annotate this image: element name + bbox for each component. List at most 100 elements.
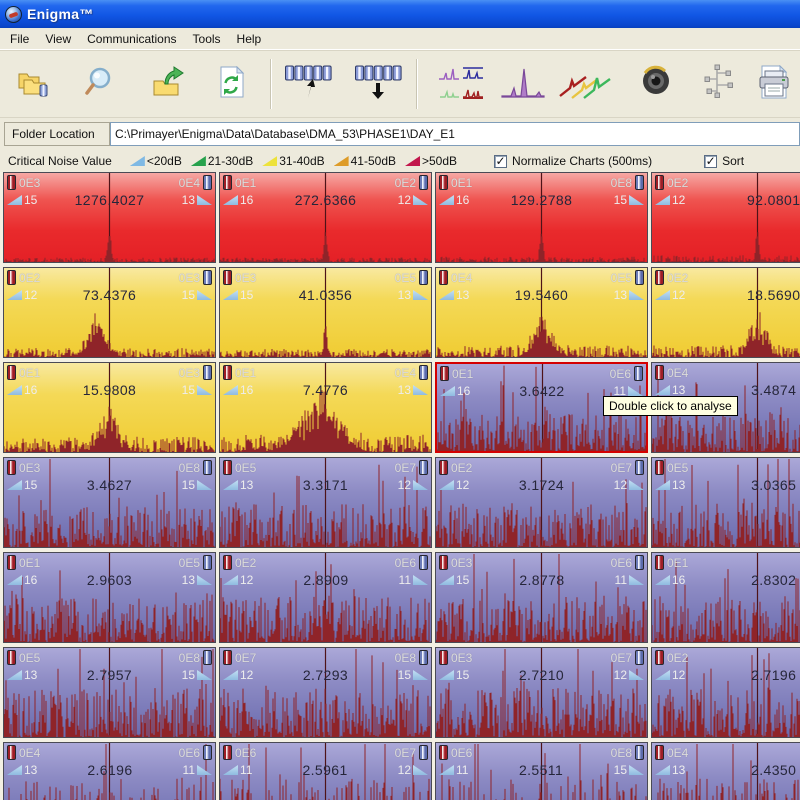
chart-tile-0E3-0E8[interactable]: 0E30E8153.462715 bbox=[3, 457, 216, 548]
logger-noise-level: 13 bbox=[24, 763, 37, 777]
logger-battery-icon bbox=[7, 460, 16, 475]
logger-id: 0E6 bbox=[611, 556, 632, 570]
critical-noise-legend: Critical Noise Value <20dB21-30dB31-40dB… bbox=[0, 150, 800, 172]
chart-tile-0E2-0E3[interactable]: 0E20E31273.437615 bbox=[3, 267, 216, 358]
logger-noise-level: 12 bbox=[672, 668, 685, 682]
logger-id: 0E5 bbox=[667, 461, 688, 475]
chart-tile-0E1-0E8[interactable]: 0E10E816129.278815 bbox=[435, 172, 648, 263]
noise-level-triangle-icon bbox=[7, 290, 22, 300]
logger-id: 0E6 bbox=[610, 367, 631, 381]
correlation-value: 15.9808 bbox=[39, 382, 179, 398]
tile-header: 0E50E8 bbox=[4, 650, 215, 665]
chart-tile-0E1-0E3[interactable]: 0E10E31615.980815 bbox=[3, 362, 216, 453]
noise-level-triangle-icon bbox=[223, 670, 238, 680]
correlation-value: 2.9603 bbox=[39, 572, 179, 588]
logger-noise-level: 13 bbox=[182, 573, 195, 587]
logger-noise-level: 12 bbox=[24, 288, 37, 302]
view-single-chart-button[interactable] bbox=[497, 55, 549, 113]
checkbox-normalize-charts[interactable]: ✓Normalize Charts (500ms) bbox=[494, 154, 652, 168]
menu-item-view[interactable]: View bbox=[37, 29, 79, 49]
correlation-value: 41.0356 bbox=[255, 287, 395, 303]
logger-battery-icon bbox=[223, 175, 232, 190]
menu-item-communications[interactable]: Communications bbox=[79, 29, 184, 49]
logger-noise-level: 12 bbox=[672, 193, 685, 207]
logger-battery-icon bbox=[223, 555, 232, 570]
noise-level-triangle-icon bbox=[439, 575, 454, 585]
logger-battery-icon bbox=[439, 650, 448, 665]
chart-tile-0E6-0E8[interactable]: 0E60E8112.551115 bbox=[435, 742, 648, 800]
noise-level-triangle-icon bbox=[413, 670, 428, 680]
correlation-value: 129.2788 bbox=[471, 192, 611, 208]
chart-tile-0E5-0E7[interactable]: 0E50E7133.317112 bbox=[219, 457, 432, 548]
tile-values: 162.960313 bbox=[4, 572, 215, 588]
chart-tile-0E1-0E2[interactable]: 0E10E216272.636612 bbox=[219, 172, 432, 263]
enigma-window: { "window": { "title": "Enigma™" }, "men… bbox=[0, 0, 800, 800]
logger-noise-level: 16 bbox=[24, 573, 37, 587]
menu-item-help[interactable]: Help bbox=[229, 29, 270, 49]
checkbox-box[interactable]: ✓ bbox=[494, 155, 507, 168]
chart-tile-0E1-cut[interactable]: 0E1162.8302 bbox=[651, 552, 800, 643]
refresh-button[interactable] bbox=[206, 55, 258, 113]
folder-location-bar: Folder Location bbox=[0, 118, 800, 150]
tile-values: 133.317112 bbox=[220, 477, 431, 493]
browse-folders-button[interactable] bbox=[7, 55, 59, 113]
chart-tile-0E2-cut[interactable]: 0E2122.7196 bbox=[651, 647, 800, 738]
print-button[interactable] bbox=[748, 55, 800, 113]
folder-path-input[interactable] bbox=[110, 122, 800, 146]
chart-tile-0E3-0E7[interactable]: 0E30E7152.721012 bbox=[435, 647, 648, 738]
logger-battery-icon bbox=[655, 650, 664, 665]
logger-noise-level: 16 bbox=[456, 193, 469, 207]
download-loggers-button[interactable] bbox=[352, 55, 404, 113]
logger-noise-level: 13 bbox=[240, 478, 253, 492]
logger-battery-icon bbox=[439, 175, 448, 190]
tile-header: 0E30E7 bbox=[436, 650, 647, 665]
chart-tile-0E2-0E6[interactable]: 0E20E6122.890911 bbox=[219, 552, 432, 643]
menu-item-tools[interactable]: Tools bbox=[185, 29, 229, 49]
noise-band-triangle-icon bbox=[191, 156, 206, 166]
chart-tile-0E7-0E8[interactable]: 0E70E8122.729315 bbox=[219, 647, 432, 738]
checkbox-box[interactable]: ✓ bbox=[704, 155, 717, 168]
chart-tile-0E4-cut[interactable]: 0E4132.4350 bbox=[651, 742, 800, 800]
chart-tile-0E4-0E5[interactable]: 0E40E51319.546013 bbox=[435, 267, 648, 358]
cascade-charts-button[interactable] bbox=[559, 55, 611, 113]
chart-tile-0E1-0E4[interactable]: 0E10E4167.477613 bbox=[219, 362, 432, 453]
tile-values: 16272.636612 bbox=[220, 192, 431, 208]
logger-id: 0E7 bbox=[395, 461, 416, 475]
noise-level-triangle-icon bbox=[628, 386, 643, 396]
logger-id: 0E3 bbox=[451, 556, 472, 570]
menu-item-file[interactable]: File bbox=[2, 29, 37, 49]
logger-battery-icon bbox=[7, 175, 16, 190]
search-button[interactable] bbox=[74, 55, 126, 113]
chart-tile-0E3-0E5[interactable]: 0E30E51541.035613 bbox=[219, 267, 432, 358]
logger-battery-icon bbox=[7, 745, 16, 760]
tile-values: 112.551115 bbox=[436, 762, 647, 778]
noise-level-triangle-icon bbox=[655, 575, 670, 585]
chart-tile-0E5-cut[interactable]: 0E5133.0365 bbox=[651, 457, 800, 548]
chart-tile-0E2-cut[interactable]: 0E21292.0801 bbox=[651, 172, 800, 263]
logger-id: 0E5 bbox=[611, 271, 632, 285]
chart-tile-0E2-cut[interactable]: 0E21218.5690 bbox=[651, 267, 800, 358]
tile-header: 0E4 bbox=[652, 745, 800, 760]
logger-id: 0E2 bbox=[19, 271, 40, 285]
upload-loggers-button[interactable] bbox=[282, 55, 334, 113]
chart-tile-0E2-0E7[interactable]: 0E20E7123.172412 bbox=[435, 457, 648, 548]
logger-id: 0E8 bbox=[395, 651, 416, 665]
logger-noise-level: 15 bbox=[614, 763, 627, 777]
logger-id: 0E3 bbox=[451, 651, 472, 665]
chart-tile-0E3-0E6[interactable]: 0E30E6152.877811 bbox=[435, 552, 648, 643]
logger-battery-icon bbox=[634, 366, 643, 381]
view-all-charts-button[interactable] bbox=[435, 55, 487, 113]
network-button[interactable] bbox=[691, 55, 743, 113]
chart-tile-0E5-0E8[interactable]: 0E50E8132.795715 bbox=[3, 647, 216, 738]
logger-id: 0E4 bbox=[451, 271, 472, 285]
tile-values: 162.8302 bbox=[652, 572, 800, 588]
checkbox-sort[interactable]: ✓Sort bbox=[704, 154, 744, 168]
sound-button[interactable] bbox=[629, 55, 681, 113]
app-icon bbox=[5, 6, 22, 23]
chart-tile-0E1-0E5[interactable]: 0E10E5162.960313 bbox=[3, 552, 216, 643]
chart-tile-0E3-0E4[interactable]: 0E30E4151276.402713 bbox=[3, 172, 216, 263]
export-folder-icon bbox=[152, 66, 186, 103]
export-data-button[interactable] bbox=[143, 55, 195, 113]
chart-tile-0E4-0E6[interactable]: 0E40E6132.619611 bbox=[3, 742, 216, 800]
chart-tile-0E6-0E7[interactable]: 0E60E7112.596112 bbox=[219, 742, 432, 800]
